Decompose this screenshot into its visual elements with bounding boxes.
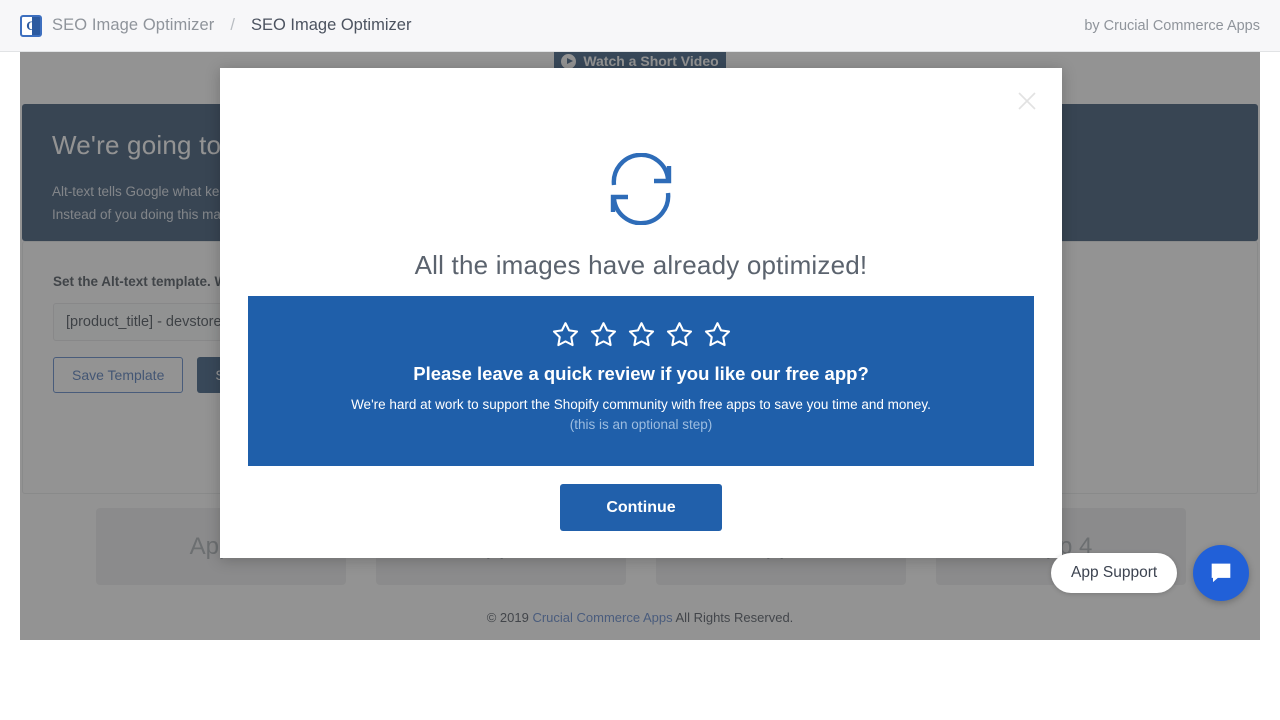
review-prompt-box: Please leave a quick review if you like … xyxy=(248,296,1034,466)
star-outline-icon[interactable] xyxy=(665,320,694,349)
header-byline: by Crucial Commerce Apps xyxy=(1084,17,1260,34)
app-logo-icon: C xyxy=(20,14,42,37)
modal-title: All the images have already optimized! xyxy=(414,250,868,280)
top-bar: C SEO Image Optimizer / SEO Image Optimi… xyxy=(0,0,1280,52)
continue-button[interactable]: Continue xyxy=(560,484,722,531)
breadcrumb-root[interactable]: SEO Image Optimizer xyxy=(52,16,214,35)
review-heading: Please leave a quick review if you like … xyxy=(413,363,869,384)
review-subtext: We're hard at work to support the Shopif… xyxy=(351,397,931,412)
app-viewport: C SEO Image Optimizer / SEO Image Optimi… xyxy=(0,0,1280,720)
refresh-sync-icon xyxy=(220,153,1062,225)
close-icon[interactable] xyxy=(1012,86,1042,116)
review-optional-note: (this is an optional step) xyxy=(569,417,713,432)
star-outline-icon[interactable] xyxy=(589,320,618,349)
breadcrumb-current: SEO Image Optimizer xyxy=(250,16,412,34)
optimization-complete-modal: All the images have already optimized! P… xyxy=(220,68,1062,558)
chat-support-label[interactable]: App Support xyxy=(1051,553,1178,593)
breadcrumb: C SEO Image Optimizer / SEO Image Optimi… xyxy=(20,14,412,37)
logo-letter: C xyxy=(26,17,36,33)
star-outline-icon[interactable] xyxy=(627,320,656,349)
star-rating[interactable] xyxy=(248,320,1034,349)
chat-launcher-button[interactable] xyxy=(1193,545,1249,601)
star-outline-icon[interactable] xyxy=(551,320,580,349)
modal-actions: Continue xyxy=(220,484,1062,531)
star-outline-icon[interactable] xyxy=(703,320,732,349)
breadcrumb-separator: / xyxy=(230,16,235,34)
chat-bubble-icon xyxy=(1211,563,1231,583)
